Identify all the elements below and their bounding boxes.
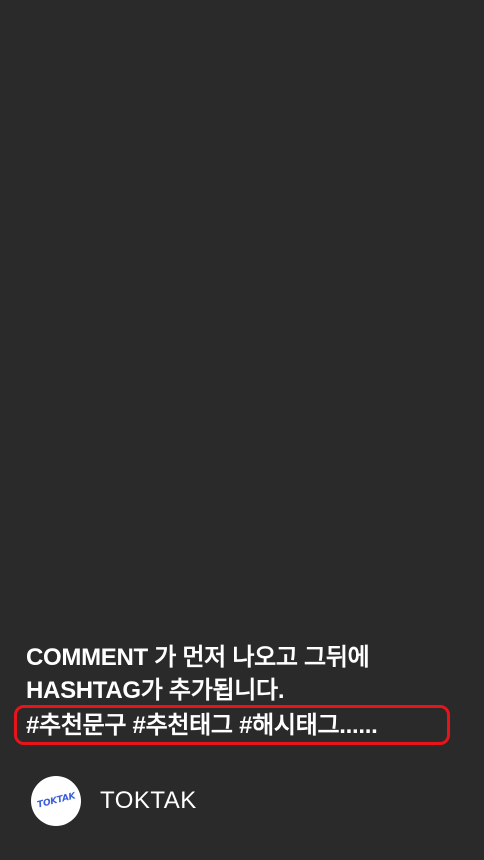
reel-screen: COMMENT 가 먼저 나오고 그뒤에 HASHTAG가 추가됩니다. #추천… — [0, 0, 484, 860]
caption-text: COMMENT 가 먼저 나오고 그뒤에 HASHTAG가 추가됩니다. — [26, 641, 466, 707]
caption-line-1: COMMENT 가 먼저 나오고 그뒤에 — [26, 644, 370, 671]
account-profile[interactable]: TOKTAK TOKTAK — [31, 776, 197, 826]
caption-line-2: HASHTAG가 추가됩니다. — [26, 677, 285, 704]
hashtags-text: #추천문구 #추천태그 #해시태그...... — [26, 712, 378, 739]
avatar-logo-text: TOKTAK — [35, 791, 77, 811]
avatar[interactable]: TOKTAK — [31, 776, 81, 826]
account-name[interactable]: TOKTAK — [100, 787, 197, 815]
